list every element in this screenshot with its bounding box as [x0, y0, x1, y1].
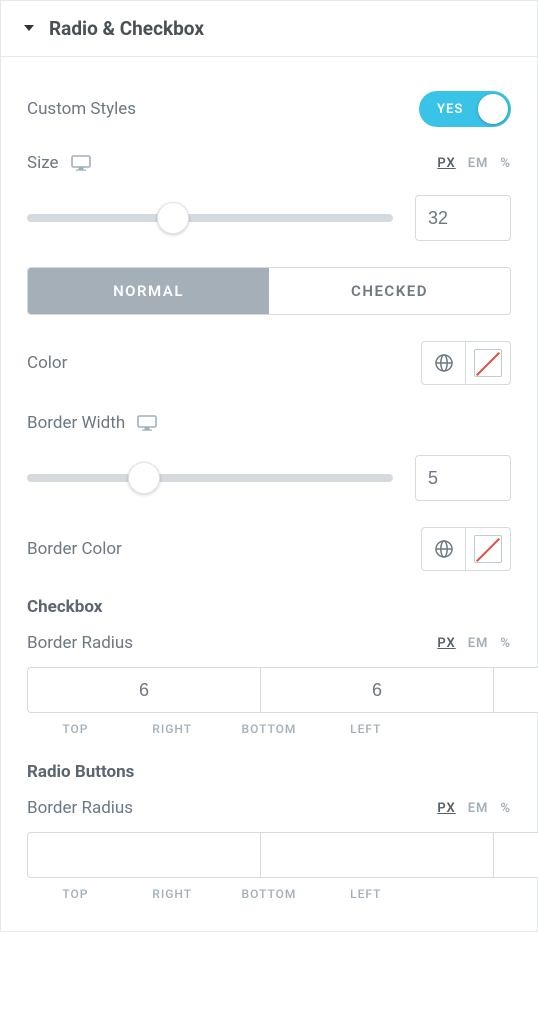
checkbox-border-radius-label: Border Radius: [27, 633, 133, 653]
tab-checked[interactable]: CHECKED: [269, 268, 510, 314]
caret-down-icon: [23, 19, 35, 38]
dim-label-bottom: BOTTOM: [221, 722, 318, 736]
dim-label-top: TOP: [27, 722, 124, 736]
checkbox-border-radius-inputs: TOP RIGHT BOTTOM LEFT: [27, 667, 511, 736]
unit-pct[interactable]: %: [500, 801, 511, 816]
border-width-row: Border Width: [27, 413, 511, 433]
checkbox-radius-bottom[interactable]: [493, 667, 538, 713]
section-title: Radio & Checkbox: [49, 17, 204, 40]
color-row: Color: [27, 341, 511, 385]
unit-px[interactable]: PX: [437, 636, 455, 651]
section-content: Custom Styles YES Size PX EM %: [1, 57, 537, 931]
dim-label-bottom: BOTTOM: [221, 887, 318, 901]
radio-radius-bottom[interactable]: [493, 832, 538, 878]
radio-border-radius-label: Border Radius: [27, 798, 133, 818]
border-color-label: Border Color: [27, 539, 122, 559]
color-swatch: [474, 349, 502, 377]
size-label: Size: [27, 153, 91, 173]
custom-styles-label: Custom Styles: [27, 99, 136, 119]
custom-styles-row: Custom Styles YES: [27, 91, 511, 127]
unit-pct[interactable]: %: [500, 636, 511, 651]
unit-px[interactable]: PX: [437, 801, 455, 816]
radio-border-radius-inputs: TOP RIGHT BOTTOM LEFT: [27, 832, 511, 901]
toggle-yes-label: YES: [437, 102, 463, 117]
unit-em[interactable]: EM: [468, 636, 489, 651]
unit-pct[interactable]: %: [500, 156, 511, 171]
unit-em[interactable]: EM: [468, 801, 489, 816]
dim-label-right: RIGHT: [124, 722, 221, 736]
custom-styles-toggle[interactable]: YES: [419, 91, 511, 127]
unit-em[interactable]: EM: [468, 156, 489, 171]
radio-radius-right[interactable]: [260, 832, 493, 878]
radio-border-radius-row: Border Radius PX EM %: [27, 798, 511, 818]
border-width-slider-thumb[interactable]: [128, 462, 160, 494]
size-units: PX EM %: [437, 156, 511, 171]
toggle-knob: [478, 94, 508, 124]
dim-label-top: TOP: [27, 887, 124, 901]
size-input[interactable]: [415, 195, 511, 241]
global-color-button[interactable]: [422, 528, 466, 570]
border-width-label: Border Width: [27, 413, 157, 433]
size-slider-row: [27, 195, 511, 241]
color-swatch-button[interactable]: [466, 342, 510, 384]
color-label: Color: [27, 353, 67, 373]
global-color-button[interactable]: [422, 342, 466, 384]
checkbox-subheader: Checkbox: [27, 597, 511, 617]
size-slider-thumb[interactable]: [157, 202, 189, 234]
border-color-row: Border Color: [27, 527, 511, 571]
size-slider[interactable]: [27, 214, 393, 222]
border-color-swatch: [474, 535, 502, 563]
dim-label-left: LEFT: [317, 722, 414, 736]
color-controls: [421, 341, 511, 385]
dim-label-left: LEFT: [317, 887, 414, 901]
radio-subheader: Radio Buttons: [27, 762, 511, 782]
desktop-icon[interactable]: [71, 155, 91, 171]
tab-normal[interactable]: NORMAL: [28, 268, 269, 314]
border-width-slider[interactable]: [27, 474, 393, 482]
unit-px[interactable]: PX: [437, 156, 455, 171]
checkbox-border-radius-units: PX EM %: [437, 636, 511, 651]
border-width-input[interactable]: [415, 455, 511, 501]
radio-border-radius-units: PX EM %: [437, 801, 511, 816]
border-color-swatch-button[interactable]: [466, 528, 510, 570]
desktop-icon[interactable]: [137, 415, 157, 431]
dim-label-right: RIGHT: [124, 887, 221, 901]
section-header[interactable]: Radio & Checkbox: [1, 1, 537, 57]
radio-radius-top[interactable]: [27, 832, 260, 878]
radio-checkbox-panel: Radio & Checkbox Custom Styles YES Size …: [0, 0, 538, 932]
checkbox-radius-right[interactable]: [260, 667, 493, 713]
state-tabs: NORMAL CHECKED: [27, 267, 511, 315]
border-width-slider-row: [27, 455, 511, 501]
border-color-controls: [421, 527, 511, 571]
size-row: Size PX EM %: [27, 153, 511, 173]
checkbox-border-radius-row: Border Radius PX EM %: [27, 633, 511, 653]
checkbox-radius-top[interactable]: [27, 667, 260, 713]
